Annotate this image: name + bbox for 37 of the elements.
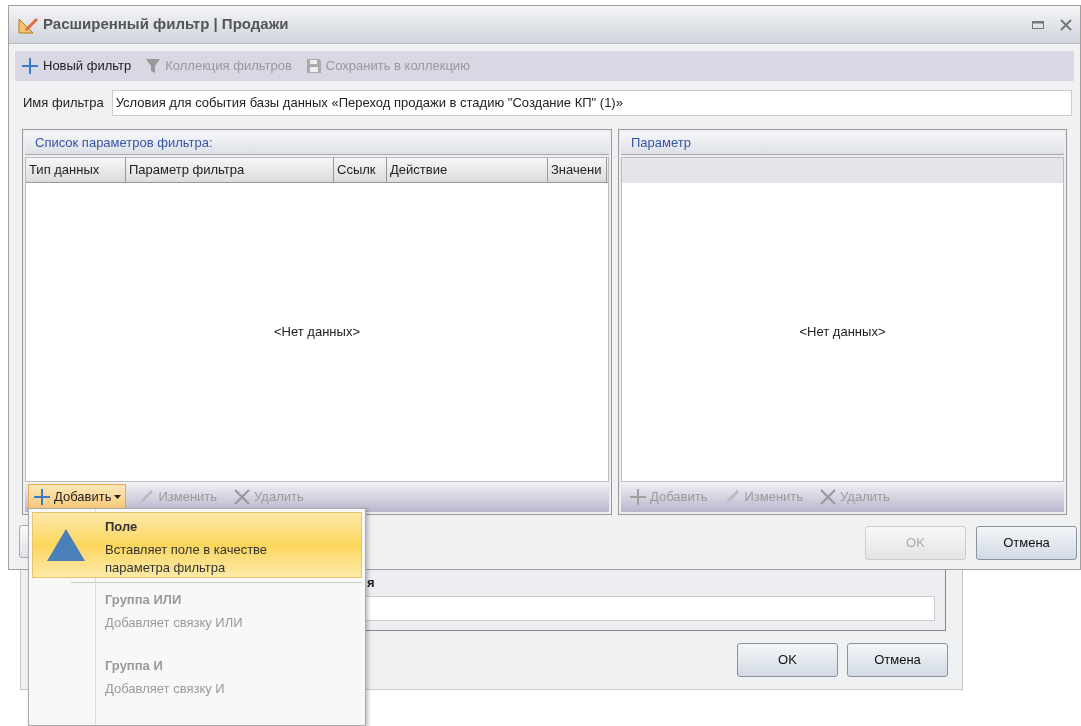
menu-item-description: Добавляет связку ИЛИ (105, 613, 244, 632)
caret-icon (114, 495, 122, 499)
menu-item[interactable]: Поле Вставляет поле в качестве параметра фильтра (32, 512, 362, 578)
pencil-icon (723, 488, 742, 506)
pencil-icon (137, 488, 156, 506)
plus-icon (629, 488, 647, 506)
button[interactable]: Отмена (847, 643, 948, 677)
column-header[interactable]: Тип данных (26, 158, 126, 182)
plus-icon (21, 57, 39, 75)
close-icon[interactable] (1060, 18, 1072, 31)
filter-name-field[interactable]: Условия для события базы данных «Переход продажи в стадию "Создание КП" (1)» (111, 90, 1072, 116)
funnel-icon (145, 58, 162, 74)
maximize-icon[interactable] (1032, 19, 1044, 30)
panel-title: Параметр (621, 132, 1064, 155)
menu-item-description: Вставляет поле в качестве параметра фильтра (105, 540, 269, 577)
toolbar-button[interactable]: Добавить (28, 484, 127, 510)
empty-message: <Нет данных> (799, 323, 886, 342)
cross-icon (233, 488, 252, 506)
button[interactable]: Отмена (976, 526, 1077, 560)
window-title: Расширенный фильтр | Продажи (43, 14, 289, 35)
menu-item-title: Группа ИЛИ (105, 591, 183, 609)
menu-item-title: Группа И (105, 657, 164, 675)
field-label: я (367, 574, 375, 593)
plus-icon (33, 488, 51, 506)
triangle-icon (47, 529, 85, 561)
menu-item-description: Добавляет связку И (105, 679, 226, 698)
column-header[interactable]: Параметр фильтра (126, 158, 334, 182)
menu-item-title: Поле (105, 518, 139, 536)
toolbar-button[interactable]: Новый фильтр (19, 54, 134, 78)
column-header[interactable]: Действие (387, 158, 548, 182)
field-label: Имя фильтра (23, 94, 104, 113)
cross-icon (819, 488, 838, 506)
panel-title: Список параметров фильтра: (25, 132, 609, 155)
column-header[interactable]: Значени (548, 158, 607, 182)
button[interactable]: OK (737, 643, 838, 677)
column-header[interactable]: Ссылк (334, 158, 387, 182)
empty-message: <Нет данных> (274, 323, 360, 342)
